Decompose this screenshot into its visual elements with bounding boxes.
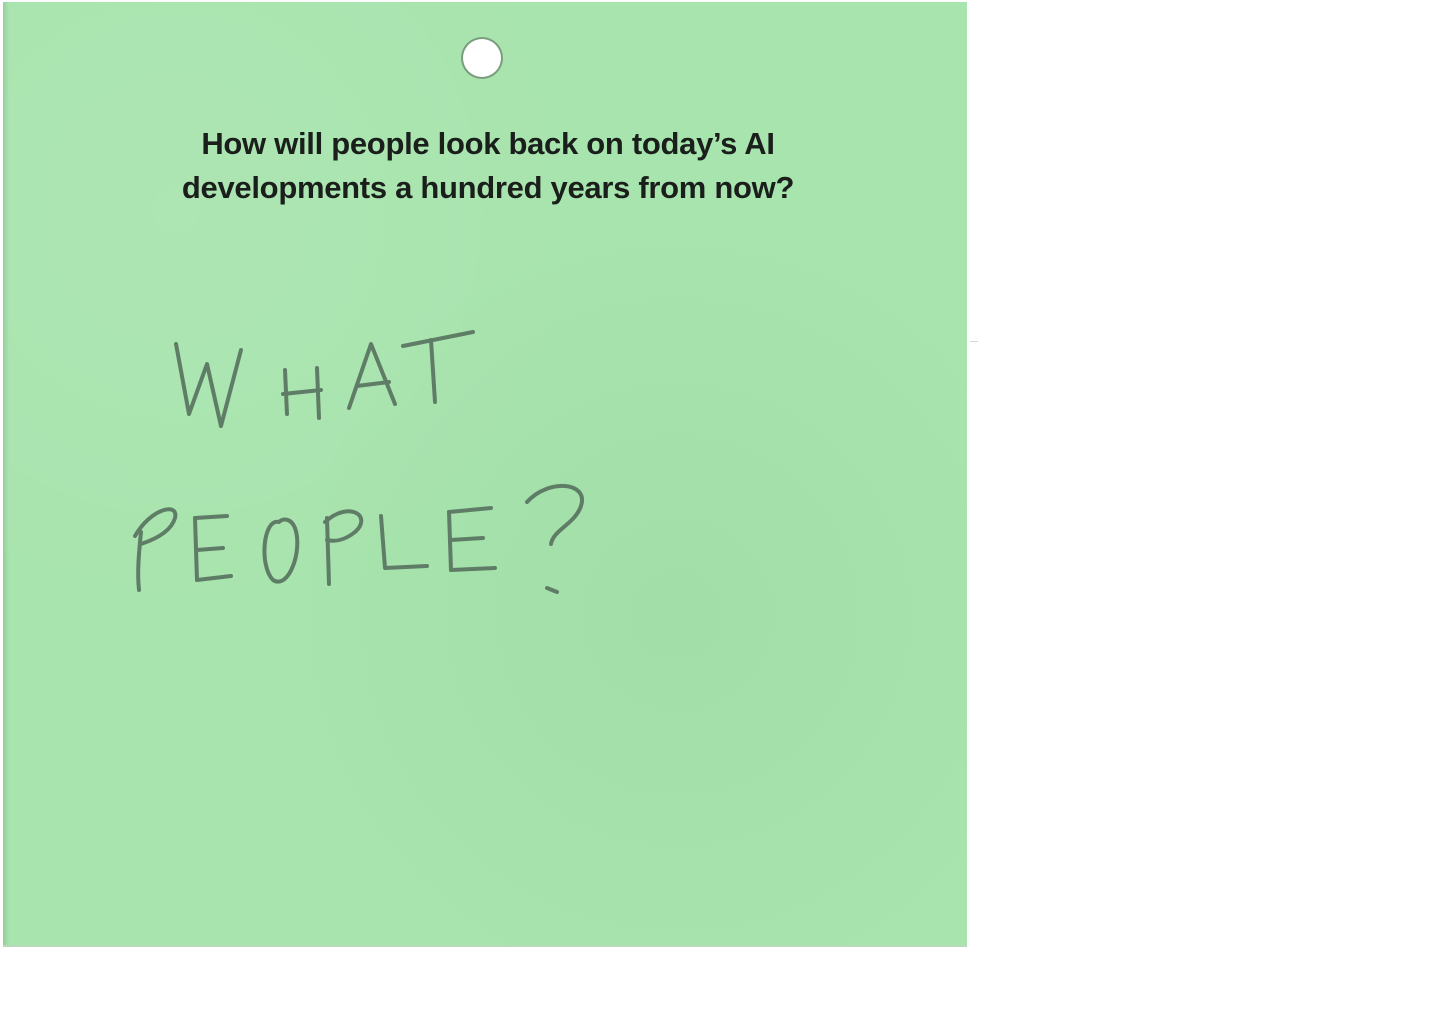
handwritten-word-people: [133, 484, 585, 594]
card-question: How will people look back on today’s AI …: [181, 126, 795, 205]
handwritten-answer: WHAT PEOPLE?: [123, 322, 603, 612]
response-card: How will people look back on today’s AI …: [3, 2, 967, 947]
handwriting-drawing: [133, 330, 585, 594]
scan-artifact: [970, 341, 978, 342]
punch-hole: [463, 39, 501, 77]
card-shadow-edge: [3, 2, 9, 945]
handwritten-word-what: [174, 330, 475, 428]
